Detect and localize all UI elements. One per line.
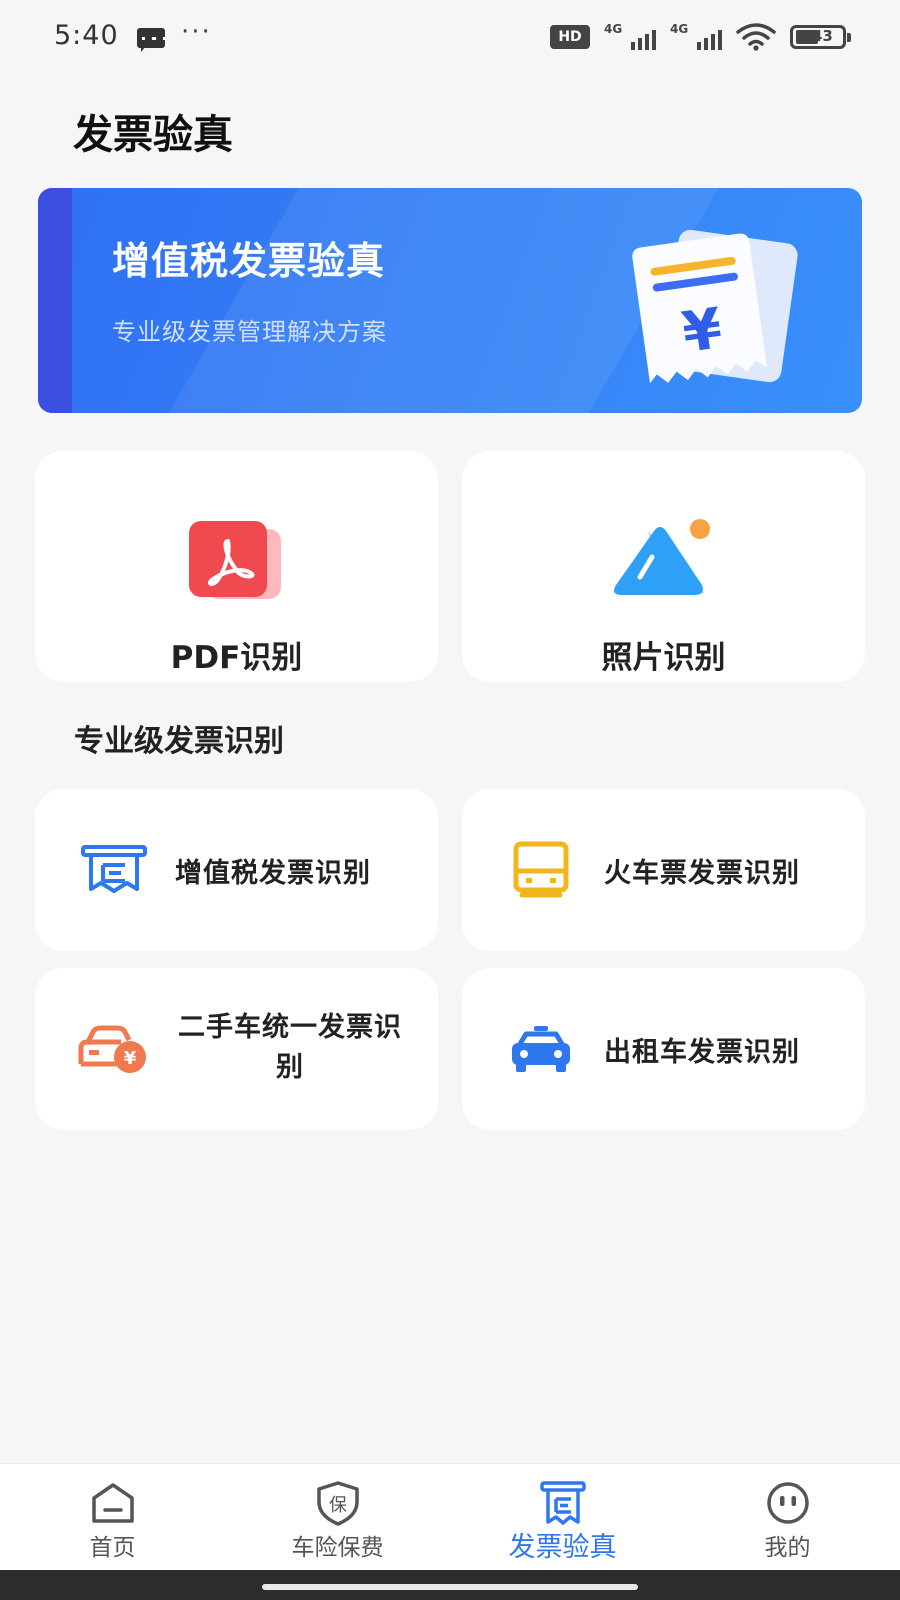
- pdf-icon: [189, 521, 281, 599]
- taxi-icon: [512, 1026, 570, 1072]
- tab-profile-label: 我的: [764, 1535, 811, 1561]
- svg-text:保: 保: [329, 1495, 347, 1516]
- banner-stripe: [38, 188, 72, 413]
- more-notifications-icon: ···: [181, 17, 212, 47]
- used-car-invoice-recognition-card[interactable]: ¥ 二手车统一发票识别: [35, 968, 438, 1130]
- insurance-shield-icon: 保: [316, 1481, 359, 1526]
- signal-icon: 4G: [604, 22, 656, 50]
- home-gesture-bar[interactable]: [262, 1584, 638, 1590]
- profile-icon: [766, 1482, 809, 1524]
- vat-invoice-icon: [81, 845, 147, 893]
- vat-verify-banner[interactable]: 增值税发票验真 专业级发票管理解决方案 ¥: [38, 188, 862, 413]
- home-icon: [91, 1483, 134, 1523]
- taxi-invoice-label: 出租车发票识别: [604, 1037, 800, 1068]
- photo-recognition-card[interactable]: 照片识别: [462, 451, 865, 682]
- vat-invoice-recognition-card[interactable]: 增值税发票识别: [35, 789, 438, 951]
- section-title: 专业级发票识别: [74, 724, 284, 759]
- network-label: 4G: [670, 22, 689, 36]
- system-navigation-bar: [0, 1570, 900, 1600]
- tab-insurance[interactable]: 保 车险保费: [225, 1464, 450, 1571]
- invoice-yen-icon: ¥: [632, 229, 798, 384]
- tab-home-label: 首页: [89, 1535, 136, 1561]
- tab-invoice-verify-label: 发票验真: [508, 1532, 617, 1563]
- status-time: 5:40: [54, 20, 119, 51]
- used-car-invoice-label: 二手车统一发票识别: [178, 1012, 402, 1083]
- status-indicators: HD 4G 4G 43: [550, 22, 851, 52]
- message-icon: [137, 28, 166, 52]
- train-ticket-label: 火车票发票识别: [604, 858, 800, 889]
- used-car-icon: ¥: [78, 1025, 146, 1073]
- pdf-recognition-card[interactable]: PDF识别: [35, 451, 438, 682]
- photo-icon: [614, 519, 710, 595]
- invoice-icon: [539, 1481, 586, 1525]
- battery-level: 43: [812, 27, 833, 45]
- status-bar: 5:40 ··· HD 4G 4G 43: [0, 0, 900, 78]
- svg-text:¥: ¥: [124, 1048, 137, 1069]
- signal-icon: 4G: [670, 22, 722, 50]
- pdf-recognition-label: PDF识别: [170, 640, 303, 676]
- tab-insurance-label: 车险保费: [291, 1535, 384, 1561]
- train-ticket-recognition-card[interactable]: 火车票发票识别: [462, 789, 865, 951]
- page-title: 发票验真: [73, 112, 233, 158]
- banner-title: 增值税发票验真: [112, 239, 386, 283]
- hd-badge: HD: [550, 25, 590, 49]
- tab-profile[interactable]: 我的: [675, 1464, 900, 1571]
- banner-subtitle: 专业级发票管理解决方案: [112, 318, 387, 346]
- battery-icon: 43: [790, 25, 851, 49]
- train-ticket-icon: [513, 841, 569, 898]
- photo-recognition-label: 照片识别: [601, 640, 726, 676]
- bottom-tab-bar: 首页 保 车险保费 发票验真 我的: [0, 1463, 900, 1570]
- vat-invoice-label: 增值税发票识别: [175, 858, 371, 889]
- wifi-icon: [736, 23, 776, 51]
- tab-invoice-verify[interactable]: 发票验真: [450, 1464, 675, 1571]
- network-label: 4G: [604, 22, 623, 36]
- tab-home[interactable]: 首页: [0, 1464, 225, 1571]
- taxi-invoice-recognition-card[interactable]: 出租车发票识别: [462, 968, 865, 1130]
